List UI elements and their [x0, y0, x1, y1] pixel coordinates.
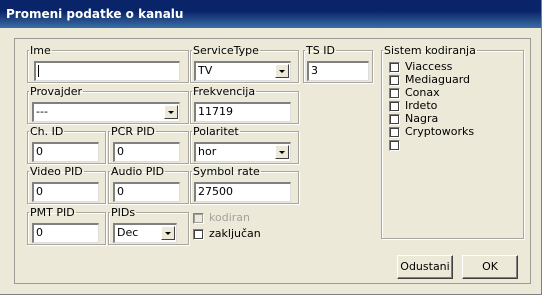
encryption-label: Nagra: [405, 112, 439, 125]
pids-value: Dec: [117, 226, 139, 239]
pids-label: PIDs: [111, 206, 136, 219]
sistem-kodiranja-label: Sistem kodiranja: [384, 44, 476, 57]
symbol-rate-label: Symbol rate: [193, 165, 260, 178]
ime-input[interactable]: [34, 61, 180, 81]
video-pid-label: Video PID: [30, 165, 83, 178]
polaritet-label: Polaritet: [193, 125, 239, 138]
service-type-label: ServiceType: [193, 44, 259, 57]
encryption-checkbox[interactable]: [389, 140, 400, 151]
polaritet-value: hor: [198, 145, 217, 158]
cancel-button[interactable]: Odustani: [397, 255, 453, 279]
pcr-pid-input[interactable]: 0: [113, 142, 180, 162]
provajder-label: Provajder: [30, 85, 83, 98]
video-pid-input[interactable]: 0: [32, 182, 99, 202]
kodiran-checkbox: [193, 213, 204, 224]
symbol-rate-input[interactable]: 27500: [194, 182, 291, 202]
encryption-checkbox[interactable]: [389, 75, 400, 86]
encryption-label: Cryptoworks: [405, 125, 475, 138]
service-type-value: TV: [198, 64, 213, 77]
encryption-checkbox[interactable]: [389, 88, 400, 99]
kodiran-label: kodiran: [209, 211, 250, 224]
ch-id-label: Ch. ID: [30, 125, 64, 138]
window-title: Promeni podatke o kanalu: [0, 0, 541, 28]
chevron-down-icon[interactable]: [164, 105, 178, 119]
zakljucan-label: zaključan: [209, 227, 261, 240]
dialog-window: Promeni podatke o kanalu Ime ServiceType…: [0, 0, 542, 295]
text-caret: [38, 65, 39, 77]
chevron-down-icon[interactable]: [161, 226, 175, 240]
encryption-checkbox[interactable]: [389, 62, 400, 73]
encryption-label: Irdeto: [405, 99, 438, 112]
provajder-value: ---: [36, 105, 48, 118]
ok-button[interactable]: OK: [462, 255, 518, 279]
pmt-pid-label: PMT PID: [30, 206, 75, 219]
encryption-checkbox[interactable]: [389, 101, 400, 112]
encryption-checkbox[interactable]: [389, 114, 400, 125]
encryption-checkbox[interactable]: [389, 127, 400, 138]
provajder-select[interactable]: ---: [32, 102, 180, 122]
polaritet-select[interactable]: hor: [194, 142, 291, 162]
frekvencija-label: Frekvencija: [193, 85, 256, 98]
service-type-select[interactable]: TV: [194, 61, 291, 81]
encryption-label: Mediaguard: [405, 73, 471, 86]
zakljucan-checkbox[interactable]: [193, 229, 204, 240]
encryption-label: Conax: [405, 86, 440, 99]
chevron-down-icon[interactable]: [275, 145, 289, 159]
ime-label: Ime: [30, 44, 51, 57]
ts-id-label: TS ID: [306, 44, 335, 57]
audio-pid-label: Audio PID: [111, 165, 165, 178]
ts-id-input[interactable]: 3: [307, 61, 369, 81]
ch-id-input[interactable]: 0: [32, 142, 99, 162]
pmt-pid-input[interactable]: 0: [32, 223, 99, 243]
chevron-down-icon[interactable]: [275, 64, 289, 78]
pcr-pid-label: PCR PID: [111, 125, 155, 138]
frekvencija-input[interactable]: 11719: [194, 102, 291, 122]
encryption-label: Viaccess: [405, 60, 453, 73]
pids-select[interactable]: Dec: [113, 223, 177, 243]
audio-pid-input[interactable]: 0: [113, 182, 180, 202]
